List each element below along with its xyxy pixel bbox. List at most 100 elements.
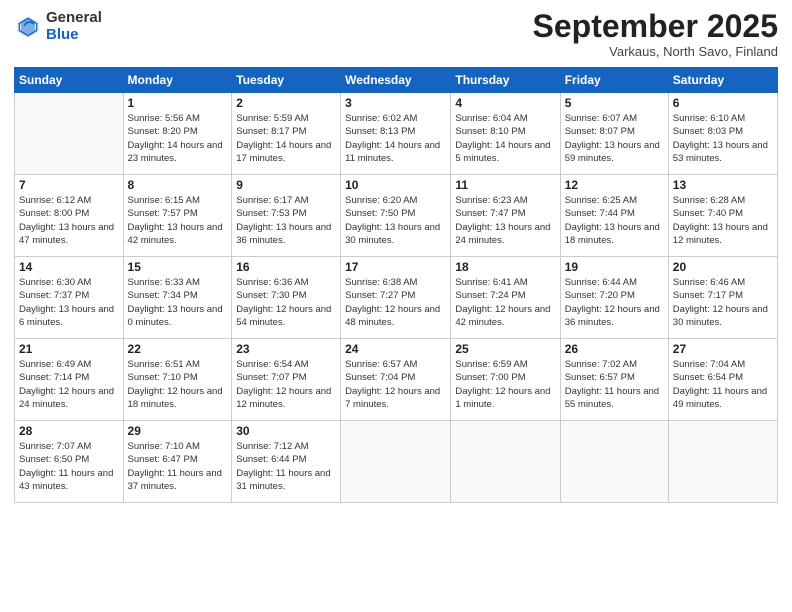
day-number: 20 [673,260,773,274]
day-number: 27 [673,342,773,356]
sunset-text: Sunset: 6:54 PM [673,371,773,384]
daylight-text: Daylight: 11 hours and 43 minutes. [19,467,119,494]
day-info: Sunrise: 7:04 AMSunset: 6:54 PMDaylight:… [673,358,773,411]
sunrise-text: Sunrise: 6:59 AM [455,358,555,371]
sunrise-text: Sunrise: 5:56 AM [128,112,228,125]
day-info: Sunrise: 6:57 AMSunset: 7:04 PMDaylight:… [345,358,446,411]
daylight-text: Daylight: 12 hours and 48 minutes. [345,303,446,330]
table-row: 30Sunrise: 7:12 AMSunset: 6:44 PMDayligh… [232,421,341,503]
col-saturday: Saturday [668,68,777,93]
sunrise-text: Sunrise: 6:44 AM [565,276,664,289]
sunrise-text: Sunrise: 7:07 AM [19,440,119,453]
day-info: Sunrise: 6:12 AMSunset: 8:00 PMDaylight:… [19,194,119,247]
col-tuesday: Tuesday [232,68,341,93]
sunset-text: Sunset: 7:14 PM [19,371,119,384]
daylight-text: Daylight: 12 hours and 30 minutes. [673,303,773,330]
day-info: Sunrise: 6:36 AMSunset: 7:30 PMDaylight:… [236,276,336,329]
sunrise-text: Sunrise: 6:15 AM [128,194,228,207]
sunrise-text: Sunrise: 6:25 AM [565,194,664,207]
day-number: 10 [345,178,446,192]
day-number: 8 [128,178,228,192]
daylight-text: Daylight: 13 hours and 47 minutes. [19,221,119,248]
daylight-text: Daylight: 14 hours and 17 minutes. [236,139,336,166]
table-row: 13Sunrise: 6:28 AMSunset: 7:40 PMDayligh… [668,175,777,257]
day-info: Sunrise: 7:12 AMSunset: 6:44 PMDaylight:… [236,440,336,493]
day-number: 28 [19,424,119,438]
table-row: 2Sunrise: 5:59 AMSunset: 8:17 PMDaylight… [232,93,341,175]
table-row [15,93,124,175]
sunrise-text: Sunrise: 6:30 AM [19,276,119,289]
day-info: Sunrise: 6:38 AMSunset: 7:27 PMDaylight:… [345,276,446,329]
table-row: 27 Sunrise: 7:04 AMSunset: 6:54 PMDayligh… [668,339,777,421]
day-info: Sunrise: 6:49 AMSunset: 7:14 PMDaylight:… [19,358,119,411]
sunrise-text: Sunrise: 6:41 AM [455,276,555,289]
day-number: 12 [565,178,664,192]
sunrise-text: Sunrise: 6:49 AM [19,358,119,371]
logo-text: General Blue [46,10,102,43]
col-thursday: Thursday [451,68,560,93]
day-info: Sunrise: 6:10 AMSunset: 8:03 PMDaylight:… [673,112,773,165]
calendar-header-row: Sunday Monday Tuesday Wednesday Thursday… [15,68,778,93]
sunset-text: Sunset: 8:20 PM [128,125,228,138]
sunset-text: Sunset: 7:20 PM [565,289,664,302]
table-row: 3Sunrise: 6:02 AMSunset: 8:13 PMDaylight… [341,93,451,175]
sunrise-text: Sunrise: 6:12 AM [19,194,119,207]
sunset-text: Sunset: 7:57 PM [128,207,228,220]
sunset-text: Sunset: 8:10 PM [455,125,555,138]
daylight-text: Daylight: 13 hours and 6 minutes. [19,303,119,330]
sunrise-text: Sunrise: 7:12 AM [236,440,336,453]
daylight-text: Daylight: 13 hours and 42 minutes. [128,221,228,248]
title-block: September 2025 Varkaus, North Savo, Finl… [533,10,778,59]
table-row: 14Sunrise: 6:30 AMSunset: 7:37 PMDayligh… [15,257,124,339]
day-info: Sunrise: 6:46 AMSunset: 7:17 PMDaylight:… [673,276,773,329]
day-info: Sunrise: 7:10 AMSunset: 6:47 PMDaylight:… [128,440,228,493]
daylight-text: Daylight: 13 hours and 24 minutes. [455,221,555,248]
calendar-week-4: 21Sunrise: 6:49 AMSunset: 7:14 PMDayligh… [15,339,778,421]
col-sunday: Sunday [15,68,124,93]
daylight-text: Daylight: 13 hours and 59 minutes. [565,139,664,166]
sunset-text: Sunset: 8:17 PM [236,125,336,138]
table-row [560,421,668,503]
table-row: 4Sunrise: 6:04 AMSunset: 8:10 PMDaylight… [451,93,560,175]
sunset-text: Sunset: 8:13 PM [345,125,446,138]
day-number: 26 [565,342,664,356]
table-row: 6Sunrise: 6:10 AMSunset: 8:03 PMDaylight… [668,93,777,175]
day-number: 3 [345,96,446,110]
table-row: 20 Sunrise: 6:46 AMSunset: 7:17 PMDayligh… [668,257,777,339]
sunset-text: Sunset: 7:07 PM [236,371,336,384]
logo-blue: Blue [46,27,102,44]
logo-general: General [46,10,102,27]
sunset-text: Sunset: 7:44 PM [565,207,664,220]
table-row [451,421,560,503]
sunset-text: Sunset: 6:47 PM [128,453,228,466]
day-number: 25 [455,342,555,356]
daylight-text: Daylight: 14 hours and 5 minutes. [455,139,555,166]
day-number: 23 [236,342,336,356]
logo: General Blue [14,10,102,43]
sunset-text: Sunset: 7:00 PM [455,371,555,384]
daylight-text: Daylight: 13 hours and 53 minutes. [673,139,773,166]
table-row: 9Sunrise: 6:17 AMSunset: 7:53 PMDaylight… [232,175,341,257]
table-row: 16Sunrise: 6:36 AMSunset: 7:30 PMDayligh… [232,257,341,339]
table-row: 18Sunrise: 6:41 AMSunset: 7:24 PMDayligh… [451,257,560,339]
sunrise-text: Sunrise: 6:04 AM [455,112,555,125]
table-row: 23Sunrise: 6:54 AMSunset: 7:07 PMDayligh… [232,339,341,421]
daylight-text: Daylight: 13 hours and 30 minutes. [345,221,446,248]
day-number: 2 [236,96,336,110]
sunrise-text: Sunrise: 6:38 AM [345,276,446,289]
sunrise-text: Sunrise: 7:02 AM [565,358,664,371]
day-number: 9 [236,178,336,192]
day-info: Sunrise: 6:20 AMSunset: 7:50 PMDaylight:… [345,194,446,247]
table-row: 29 Sunrise: 7:10 AMSunset: 6:47 PMDayligh… [123,421,232,503]
sunrise-text: Sunrise: 6:23 AM [455,194,555,207]
sunset-text: Sunset: 7:04 PM [345,371,446,384]
daylight-text: Daylight: 12 hours and 54 minutes. [236,303,336,330]
day-number: 29 [128,424,228,438]
sunset-text: Sunset: 7:24 PM [455,289,555,302]
day-info: Sunrise: 6:07 AMSunset: 8:07 PMDaylight:… [565,112,664,165]
sunset-text: Sunset: 6:44 PM [236,453,336,466]
daylight-text: Daylight: 13 hours and 18 minutes. [565,221,664,248]
table-row [668,421,777,503]
sunset-text: Sunset: 7:27 PM [345,289,446,302]
sunset-text: Sunset: 8:00 PM [19,207,119,220]
